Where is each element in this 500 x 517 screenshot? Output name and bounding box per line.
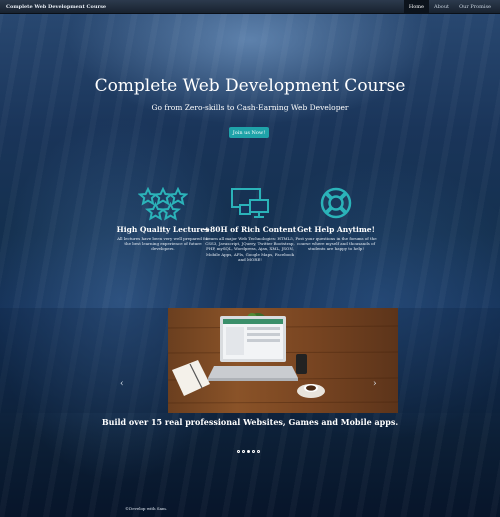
carousel-next-control[interactable]: › (373, 379, 377, 389)
carousel-indicator-5[interactable] (257, 450, 260, 453)
carousel-indicator-2[interactable] (242, 450, 245, 453)
navbar-brand[interactable]: Complete Web Development Course (6, 4, 106, 10)
feature-title: High Quality Lectures (116, 225, 210, 234)
feature-text: Learn all major Web Technologies: HTML5,… (205, 236, 295, 262)
feature-help: Get Help Anytime! Post your questions in… (288, 187, 384, 252)
join-button[interactable]: Join us Now! (229, 127, 269, 138)
feature-lectures: High Quality Lectures All lectures have … (115, 187, 211, 252)
nav-item-home[interactable]: Home (403, 0, 429, 13)
monitors-icon (202, 187, 298, 223)
nav-item-about[interactable]: About (429, 0, 454, 13)
carousel-caption: Build over 15 real professional Websites… (101, 417, 399, 427)
feature-text: Post your questions in the forums of the… (295, 236, 377, 252)
hero-subtitle: Go from Zero-skills to Cash-Earning Web … (151, 103, 349, 112)
feature-title: Get Help Anytime! (297, 225, 375, 234)
carousel-indicator-4[interactable] (252, 450, 255, 453)
navbar: Complete Web Development Course Home Abo… (0, 0, 500, 14)
hero-title: Complete Web Development Course (94, 76, 406, 96)
nav-item-our-promise[interactable]: Our Promise (454, 0, 496, 13)
feature-text: All lectures have been very well prepare… (117, 236, 209, 252)
carousel-indicator-1[interactable] (237, 450, 240, 453)
feature-content: +80H of Rich Content Learn all major Web… (202, 187, 298, 262)
footer-credit: ©Develop with Sam. (125, 506, 168, 511)
feature-title: +80H of Rich Content (203, 225, 297, 234)
stars-icon (115, 187, 211, 223)
carousel-indicators (237, 450, 260, 453)
carousel-indicator-3[interactable] (247, 450, 250, 453)
slide-image-laptop-desk (168, 308, 398, 413)
carousel-prev-control[interactable]: ‹ (120, 379, 124, 389)
lifebuoy-icon (288, 187, 384, 223)
carousel: ‹ › Build over 15 real professional Webs… (0, 308, 500, 468)
nav-items: Home About Our Promise (403, 0, 496, 13)
